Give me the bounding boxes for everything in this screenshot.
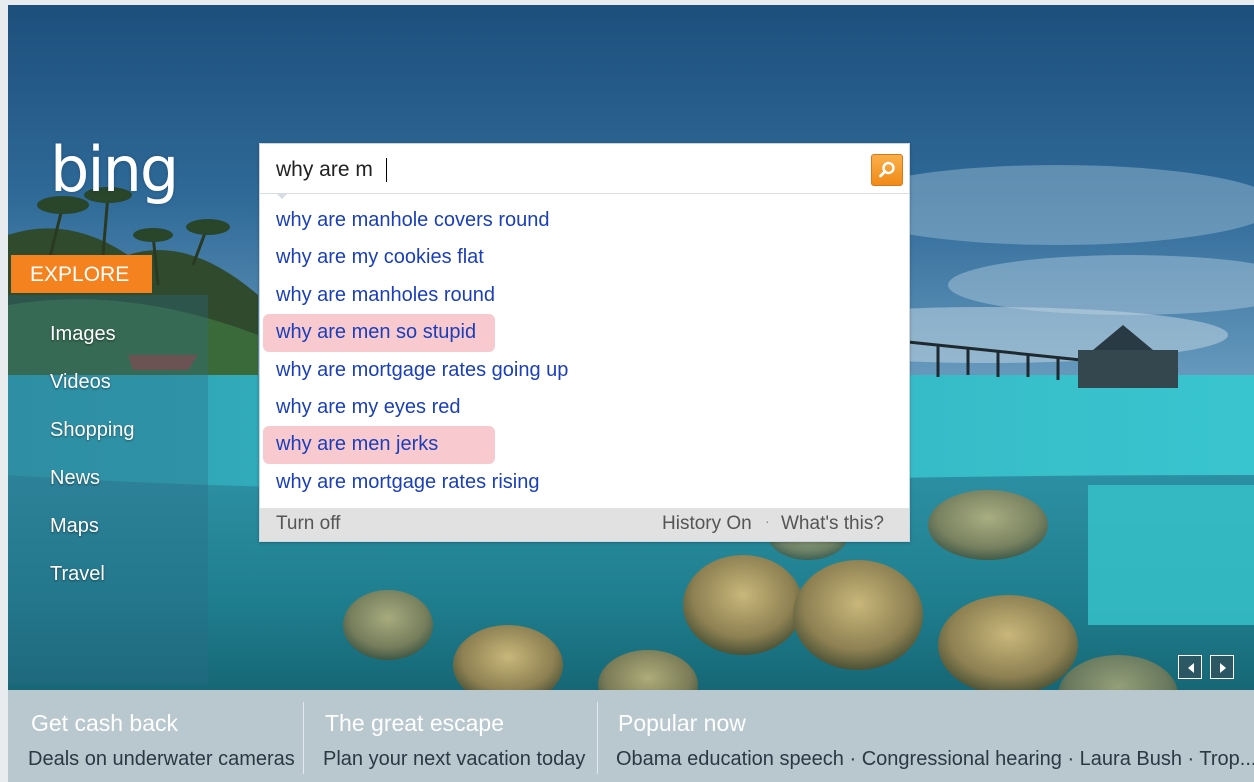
nav-maps[interactable]: Maps	[50, 515, 99, 538]
popular-separator: ·	[1187, 748, 1195, 770]
prev-image-button[interactable]	[1178, 655, 1202, 679]
page-frame: bing EXPLORE Images Videos Shopping News…	[0, 0, 1254, 782]
popular-separator: ·	[849, 748, 857, 770]
explore-button[interactable]: EXPLORE	[11, 255, 152, 293]
column-divider	[303, 702, 304, 774]
escape-link[interactable]: Plan your next vacation today	[323, 748, 585, 771]
suggestion-item[interactable]: why are manholes round	[263, 277, 508, 315]
popular-title[interactable]: Popular now	[618, 710, 746, 737]
popular-separator: ·	[1067, 748, 1075, 770]
whats-this-link[interactable]: What's this?	[781, 513, 884, 535]
nav-travel[interactable]: Travel	[50, 563, 105, 586]
nav-images[interactable]: Images	[50, 323, 116, 346]
suggestion-item-highlighted[interactable]: why are men jerks	[263, 426, 495, 464]
bing-logo[interactable]: bing	[50, 133, 179, 206]
nav-videos[interactable]: Videos	[50, 371, 111, 394]
suggestion-item[interactable]: why are mortgage rates going up	[263, 352, 581, 390]
suggestion-item-highlighted[interactable]: why are men so stupid	[263, 314, 495, 352]
cashback-title[interactable]: Get cash back	[31, 710, 178, 737]
popular-item[interactable]: Trop...	[1199, 748, 1254, 770]
search-box: why are manhole covers round why are my …	[259, 143, 910, 542]
nav-shopping[interactable]: Shopping	[50, 419, 135, 442]
suggestion-item[interactable]: why are manhole covers round	[263, 202, 562, 240]
search-input[interactable]	[260, 144, 909, 194]
text-caret	[386, 158, 387, 182]
turn-off-link[interactable]: Turn off	[276, 513, 340, 535]
arrow-left-icon	[1188, 663, 1194, 673]
cashback-link[interactable]: Deals on underwater cameras	[28, 748, 295, 771]
popular-item[interactable]: Congressional hearing	[862, 748, 1062, 770]
search-button[interactable]	[871, 154, 903, 186]
suggestion-item[interactable]: why are my eyes red	[263, 389, 474, 427]
nav-news[interactable]: News	[50, 467, 100, 490]
popular-item[interactable]: Obama education speech	[616, 748, 844, 770]
dropdown-pointer	[276, 193, 288, 199]
escape-title[interactable]: The great escape	[325, 710, 504, 737]
bottom-bar: Get cash back Deals on underwater camera…	[8, 690, 1254, 782]
next-image-button[interactable]	[1210, 655, 1234, 679]
popular-item[interactable]: Laura Bush	[1080, 748, 1182, 770]
arrow-right-icon	[1220, 663, 1226, 673]
suggestion-item[interactable]: why are my cookies flat	[263, 239, 497, 277]
footer-separator: ·	[765, 513, 770, 529]
suggestion-footer: Turn off History On · What's this?	[260, 508, 909, 541]
column-divider	[597, 702, 598, 774]
history-on-link[interactable]: History On	[662, 513, 752, 535]
popular-list: Obama education speech · Congressional h…	[616, 748, 1254, 771]
suggestion-item[interactable]: why are mortgage rates rising	[263, 464, 552, 502]
search-icon	[879, 161, 895, 178]
